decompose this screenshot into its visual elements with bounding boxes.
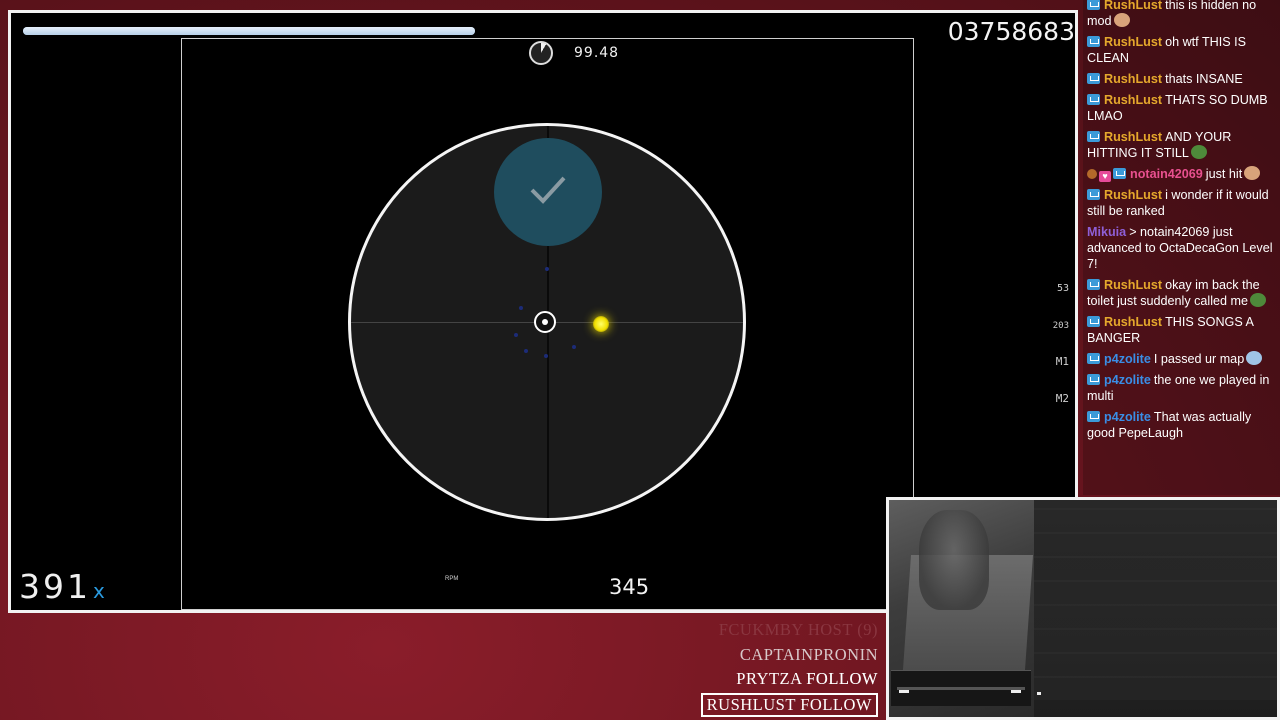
anime-emote-icon (1246, 351, 1263, 365)
spinner-particle (544, 354, 548, 358)
webcam-light (899, 690, 909, 693)
cookie-badge-icon (1087, 169, 1097, 179)
combo-value: 391 (19, 567, 91, 606)
webcam-light (1011, 690, 1021, 693)
chat-username[interactable]: RushLust (1104, 130, 1162, 144)
key-counter-m1: M1 (1055, 355, 1069, 368)
subscriber-badge-icon (1087, 316, 1100, 327)
chat-message: RushLust THATS SO DUMB LMAO (1083, 90, 1280, 127)
chat-username[interactable]: RushLust (1104, 278, 1162, 292)
webcam-hand (919, 510, 989, 610)
chat-message: RushLust okay im back the toilet just sud… (1083, 275, 1280, 312)
chat-username[interactable]: RushLust (1104, 188, 1162, 202)
rpm-label: RPM (445, 576, 459, 582)
follow-notice: PRYTZA FOLLOW (688, 667, 878, 692)
subscriber-badge-icon (1087, 411, 1100, 422)
spinner-particle (524, 349, 528, 353)
chat-username[interactable]: notain42069 (1130, 167, 1203, 181)
checkmark-icon (530, 176, 566, 204)
chat-message: p4zolite I passed ur map (1083, 349, 1280, 370)
follow-notice: CAPTAINPRONIN FOLLOW (688, 643, 878, 689)
chat-username[interactable]: RushLust (1104, 315, 1162, 329)
chat-username[interactable]: RushLust (1104, 0, 1162, 12)
spinner-particle (514, 333, 518, 337)
score-display: 03758683 (947, 17, 1075, 46)
health-bar (23, 27, 475, 35)
subscriber-badge-icon (1087, 279, 1100, 290)
chat-message: RushLust AND YOUR HITTING IT STILL (1083, 127, 1280, 164)
chat-username[interactable]: RushLust (1104, 72, 1162, 86)
notice-text: PRYTZA FOLLOW (736, 669, 878, 689)
spinner-particle (545, 267, 549, 271)
webcam-feed (886, 497, 1280, 720)
subscriber-badge-icon (1087, 374, 1100, 385)
accuracy-display: 99.48 (574, 45, 620, 61)
rpm-value: 345 (609, 575, 650, 599)
chat-username[interactable]: Mikuia (1087, 225, 1126, 239)
key-counter-k1: 53 (1056, 283, 1069, 294)
subscriber-badge-icon (1113, 168, 1126, 179)
notice-text: RUSHLUST FOLLOW (700, 692, 878, 717)
chat-text: I passed ur map (1153, 352, 1245, 366)
key-counter-m2: M2 (1055, 392, 1069, 405)
combo-counter: 391 x (19, 567, 105, 606)
subscriber-badge-icon (1087, 36, 1100, 47)
song-progress-pie-icon (529, 41, 553, 65)
pepe-emote-icon (1190, 145, 1207, 159)
chat-message: ♥ notain42069 just hit (1083, 164, 1280, 185)
chat-panel: RushLust this is hidden no mod RushLust oh … (1083, 0, 1280, 495)
host-notice: FCUKMBY HOST (9) (688, 618, 878, 643)
emote-face-icon (1113, 13, 1130, 27)
chat-text: just hit (1205, 167, 1243, 181)
chat-username[interactable]: RushLust (1104, 35, 1162, 49)
key-counter-k2: 203 (1052, 321, 1069, 331)
webcam-light (1037, 692, 1041, 695)
webcam-tablet-edge (897, 687, 1025, 690)
chat-username[interactable]: p4zolite (1104, 352, 1151, 366)
subscriber-badge-icon (1087, 94, 1100, 105)
notice-text: FCUKMBY HOST (9) (718, 620, 878, 639)
spinner-particle (519, 306, 523, 310)
subscriber-badge-icon (1087, 131, 1100, 142)
chat-message: p4zolite That was actually good PepeLaugh (1083, 407, 1280, 444)
chat-username[interactable]: p4zolite (1104, 373, 1151, 387)
subscriber-badge-icon (1087, 73, 1100, 84)
subscriber-badge-icon (1087, 0, 1100, 10)
chat-message: RushLust this is hidden no mod (1083, 0, 1280, 32)
health-bar-fill (23, 27, 475, 35)
chat-text: thats INSANE (1165, 72, 1243, 86)
face-emote-icon (1244, 166, 1261, 180)
chat-message: p4zolite the one we played in multi (1083, 370, 1280, 407)
follow-notice-latest: RUSHLUST FOLLOW (688, 692, 878, 717)
chat-username[interactable]: RushLust (1104, 93, 1162, 107)
spinner-particle (572, 345, 576, 349)
webcam-keyboard-area (1034, 500, 1277, 717)
webcam-keyboard (1034, 500, 1277, 700)
event-notice-list: FCUKMBY HOST (9) CAPTAINPRONIN FOLLOW PR… (688, 618, 878, 717)
heart-badge-icon: ♥ (1099, 171, 1111, 182)
chat-message: RushLust oh wtf THIS IS CLEAN (1083, 32, 1280, 69)
webcam-tablet (891, 670, 1031, 706)
chat-message: RushLust THIS SONGS A BANGER (1083, 312, 1280, 349)
subscriber-badge-icon (1087, 189, 1100, 200)
subscriber-badge-icon (1087, 353, 1100, 364)
spinner-clear-bubble (494, 138, 602, 246)
pepe-emote-icon (1250, 293, 1267, 307)
combo-suffix: x (93, 579, 105, 603)
chat-message: RushLust thats INSANE (1083, 69, 1280, 90)
spinner-center-icon (534, 311, 556, 333)
chat-message: RushLust i wonder if it would still be ra… (1083, 185, 1280, 222)
chat-message: Mikuia > notain42069 just advanced to Oct… (1083, 222, 1280, 275)
cursor-icon (593, 316, 609, 332)
spinner[interactable] (348, 123, 746, 521)
chat-username[interactable]: p4zolite (1104, 410, 1151, 424)
